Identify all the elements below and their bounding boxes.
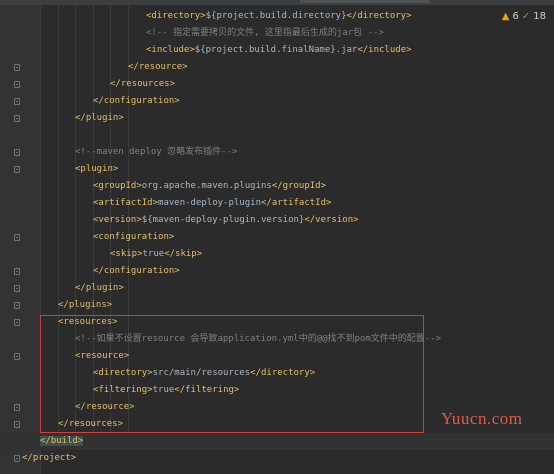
warning-triangle-icon: ▲ (501, 11, 510, 22)
code-line[interactable]: <skip>true</skip> (0, 246, 554, 263)
warning-count: 6 (512, 11, 519, 22)
code-line[interactable]: </resources> (0, 76, 554, 93)
xml-text: ${maven-deploy-plugin.version} (141, 215, 305, 225)
xml-comment: <!--maven deploy 忽略发布插件--> (75, 147, 238, 157)
code-line[interactable]: </configuration> (0, 263, 554, 280)
code-line[interactable]: <include>${project.build.finalName}.jar<… (0, 42, 554, 59)
xml-tag: </version> (304, 215, 359, 225)
xml-tag: </project> (22, 453, 77, 463)
xml-tag: </skip> (164, 249, 203, 259)
xml-comment: <!-- 指定需要拷贝的文件, 这里指最后生成的jar包 --> (146, 28, 384, 38)
xml-text: maven-deploy-plugin (158, 198, 261, 208)
inspection-status[interactable]: ▲ 6 ✓ 18 (502, 11, 546, 22)
xml-text: org.apache.maven.plugins (141, 181, 272, 191)
xml-tag: <include> (146, 45, 195, 55)
xml-tag: </configuration> (93, 266, 180, 276)
xml-tag: </resource> (128, 62, 188, 72)
check-icon: ✓ (521, 11, 531, 22)
code-line[interactable]: <plugin> (0, 161, 554, 178)
xml-tag: </plugins> (58, 300, 113, 310)
code-line[interactable]: </plugin> (0, 280, 554, 297)
xml-tag: <plugin> (75, 164, 119, 174)
watermark: Yuucn.com (441, 409, 523, 428)
code-line[interactable]: </plugin> (0, 110, 554, 127)
xml-tag: <groupId> (93, 181, 142, 191)
code-line[interactable]: </plugins> (0, 297, 554, 314)
code-line[interactable]: </build> (0, 433, 554, 450)
xml-tag: </build> (40, 436, 84, 446)
code-line[interactable]: <configuration> (0, 229, 554, 246)
xml-text: ${project.build.directory} (205, 11, 347, 21)
code-line[interactable]: <groupId>org.apache.maven.plugins</group… (0, 178, 554, 195)
xml-tag: </artifactId> (260, 198, 332, 208)
code-line[interactable]: </configuration> (0, 93, 554, 110)
xml-tag: <version> (93, 215, 142, 225)
code-line[interactable]: <artifactId>maven-deploy-plugin</artifac… (0, 195, 554, 212)
xml-tag: </configuration> (93, 96, 180, 106)
xml-text: ${project.build.finalName}.jar (194, 45, 358, 55)
code-line[interactable]: <!--maven deploy 忽略发布插件--> (0, 144, 554, 161)
xml-tag: </directory> (346, 11, 412, 21)
xml-tag: </groupId> (271, 181, 327, 191)
code-line[interactable]: </resource> (0, 59, 554, 76)
code-line[interactable] (0, 127, 554, 144)
check-count: 18 (533, 11, 546, 22)
xml-tag: <configuration> (93, 232, 175, 242)
code-line[interactable]: <!-- 指定需要拷贝的文件, 这里指最后生成的jar包 --> (0, 25, 554, 42)
code-line[interactable]: <directory>${project.build.directory}</d… (0, 8, 554, 25)
xml-tag: <directory> (146, 11, 206, 21)
xml-text: true (142, 249, 165, 259)
xml-tag: </resources> (110, 79, 176, 89)
xml-tag: </include> (357, 45, 412, 55)
xml-tag: </plugin> (75, 113, 124, 123)
code-line[interactable]: <version>${maven-deploy-plugin.version}<… (0, 212, 554, 229)
code-line[interactable]: </project> (0, 450, 554, 467)
xml-tag: <artifactId> (93, 198, 159, 208)
xml-tag: </plugin> (75, 283, 124, 293)
xml-tag: <skip> (110, 249, 143, 259)
highlight-annotation-box (40, 315, 424, 433)
